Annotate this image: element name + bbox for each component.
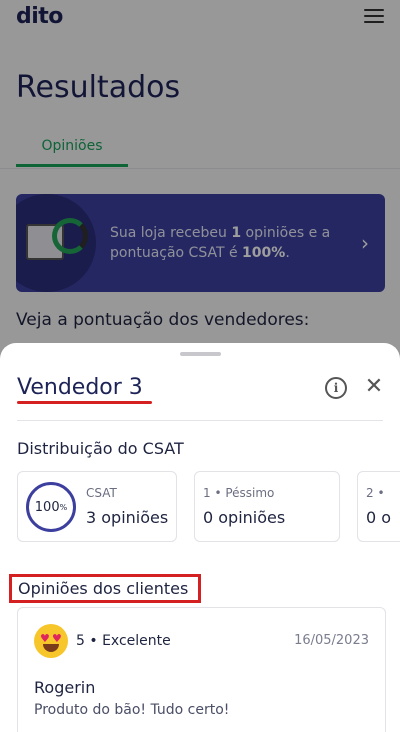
csat-distribution-title: Distribuição do CSAT [17, 439, 184, 458]
close-icon[interactable]: ✕ [364, 376, 384, 398]
card-value: 0 opiniões [203, 508, 286, 527]
csat-ring: 100% [26, 482, 76, 532]
sheet-title: Vendedor 3 [17, 375, 143, 400]
title-annotation-underline [17, 401, 152, 404]
csat-cards-carousel[interactable]: 100% CSAT 3 opiniões 1 • Péssimo 0 opini… [17, 471, 400, 543]
heart-eyes-emoji-icon: ♥ ♥ [34, 624, 68, 658]
review-date: 16/05/2023 [294, 633, 369, 648]
card-value: 3 opiniões [86, 508, 169, 527]
vendor-bottom-sheet: Vendedor 3 i ✕ Distribuição do CSAT 100%… [0, 343, 400, 732]
sheet-divider [17, 420, 383, 421]
info-icon[interactable]: i [325, 377, 347, 399]
customer-opinions-title: Opiniões dos clientes [9, 574, 201, 603]
card-label: 1 • Péssimo [203, 486, 275, 500]
card-value: 0 o [366, 508, 392, 527]
card-label: 2 • [366, 486, 385, 500]
drag-handle[interactable] [180, 352, 221, 356]
review-card[interactable]: ♥ ♥ 5 • Excelente 16/05/2023 Rogerin Prod… [17, 607, 386, 732]
csat-card-total[interactable]: 100% CSAT 3 opiniões [17, 471, 177, 542]
review-text: Produto do bão! Tudo certo! [34, 702, 230, 718]
csat-card-ruim[interactable]: 2 • 0 o [357, 471, 400, 542]
card-label: CSAT [86, 486, 117, 500]
csat-card-pessimo[interactable]: 1 • Péssimo 0 opiniões [194, 471, 340, 542]
review-rating: 5 • Excelente [76, 633, 171, 649]
reviewer-name: Rogerin [34, 678, 96, 697]
